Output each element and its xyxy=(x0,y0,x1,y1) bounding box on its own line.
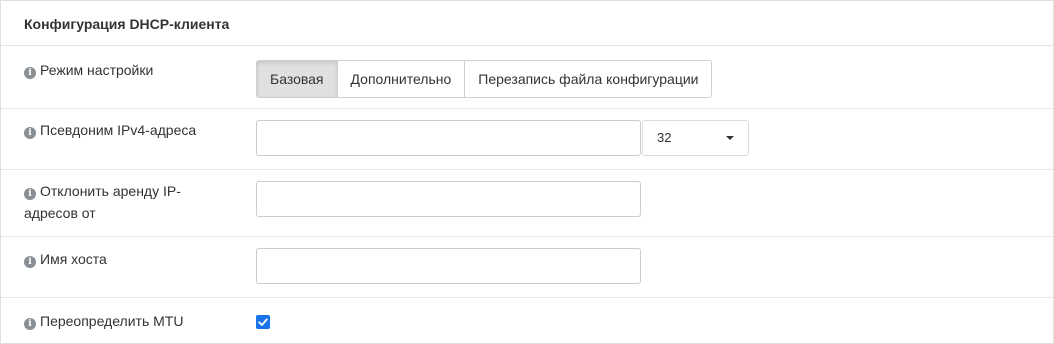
row-override-mtu: i Переопределить MTU xyxy=(1,298,1053,343)
info-icon[interactable]: i xyxy=(24,256,36,268)
mode-label: i Режим настройки xyxy=(24,59,224,81)
row-config-mode: i Режим настройки Базовая Дополнительно П… xyxy=(1,46,1053,109)
hostname-input[interactable] xyxy=(256,248,641,284)
alias-prefix-select[interactable]: 32 xyxy=(642,120,749,156)
check-icon xyxy=(258,318,268,326)
info-icon[interactable]: i xyxy=(24,188,36,200)
info-icon[interactable]: i xyxy=(24,318,36,330)
mtu-label: i Переопределить MTU xyxy=(24,310,224,332)
row-reject-leases: i Отклонить аренду IP-адресов от xyxy=(1,170,1053,237)
row-ipv4-alias: i Псевдоним IPv4-адреса 32 xyxy=(1,109,1053,170)
reject-leases-input[interactable] xyxy=(256,181,641,217)
override-mtu-checkbox[interactable] xyxy=(256,315,270,329)
ipv4-alias-input[interactable] xyxy=(256,120,641,156)
section-header: Конфигурация DHCP-клиента xyxy=(1,1,1053,46)
reject-label: i Отклонить аренду IP-адресов от xyxy=(24,183,181,221)
row-hostname: i Имя хоста xyxy=(1,237,1053,298)
alias-prefix-value: 32 xyxy=(657,130,672,145)
mode-override-file-button[interactable]: Перезапись файла конфигурации xyxy=(464,61,712,97)
mode-basic-button[interactable]: Базовая xyxy=(257,61,337,97)
mode-button-group: Базовая Дополнительно Перезапись файла к… xyxy=(256,60,713,98)
caret-down-icon xyxy=(726,136,734,140)
mode-advanced-button[interactable]: Дополнительно xyxy=(336,61,465,97)
alias-label: i Псевдоним IPv4-адреса xyxy=(24,119,224,141)
section-title: Конфигурация DHCP-клиента xyxy=(24,16,230,32)
hostname-label: i Имя хоста xyxy=(24,248,224,270)
info-icon[interactable]: i xyxy=(24,127,36,139)
info-icon[interactable]: i xyxy=(24,67,36,79)
dhcp-client-config-panel: Конфигурация DHCP-клиента i Режим настрой… xyxy=(0,0,1054,344)
